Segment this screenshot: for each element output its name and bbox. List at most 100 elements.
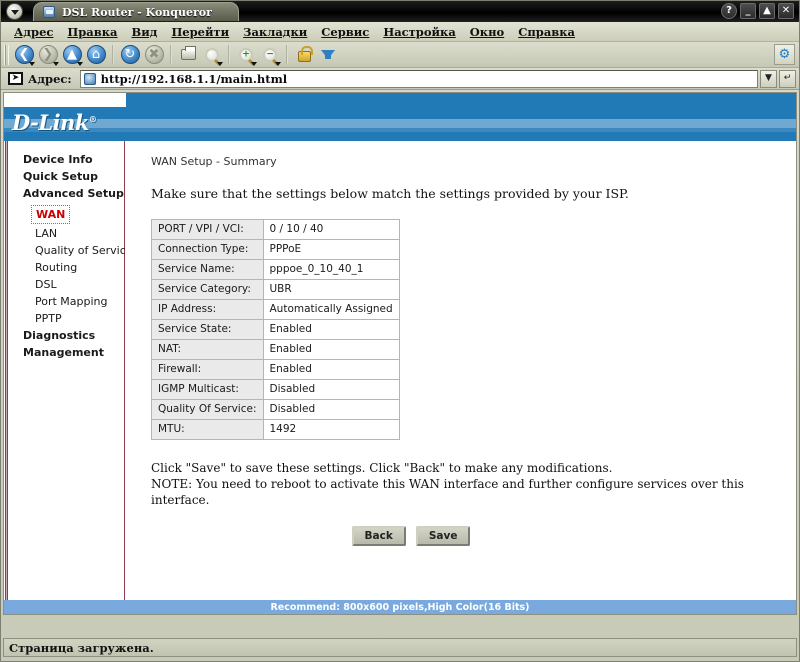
- menu-help[interactable]: Справка: [511, 25, 582, 39]
- row-value: Automatically Assigned: [262, 299, 400, 320]
- back-button[interactable]: Back: [351, 526, 406, 546]
- save-button[interactable]: Save: [415, 526, 471, 546]
- row-label: Firewall:: [151, 359, 264, 380]
- row-value: Enabled: [262, 339, 400, 360]
- wan-summary-table: PORT / VPI / VCI: 0 / 10 / 40 Connection…: [151, 219, 400, 440]
- maximize-button[interactable]: ▲: [759, 3, 775, 19]
- notes-block: Click "Save" to save these settings. Cli…: [151, 460, 796, 508]
- zoom-out-icon[interactable]: −: [259, 44, 281, 66]
- table-row: Connection Type: PPPoE: [151, 239, 400, 260]
- menu-tools[interactable]: Сервис: [314, 25, 376, 39]
- toolbar-grip[interactable]: [4, 44, 9, 65]
- sidebar-item-pptp[interactable]: PPTP: [9, 310, 124, 327]
- recommend-text: Recommend: 800x600 pixels,High Color(16 …: [270, 601, 530, 613]
- page-body: Device Info Quick Setup Advanced Setup W…: [4, 141, 796, 600]
- address-label: Адрес:: [28, 71, 72, 86]
- main-content: WAN Setup - Summary Make sure that the s…: [125, 141, 796, 600]
- konqueror-window: DSL Router - Konqueror ? _ ▲ ✕ Адрес Пра…: [0, 0, 800, 662]
- menu-view-label: Вид: [131, 24, 158, 39]
- menu-go-label: Перейти: [171, 24, 230, 39]
- sidebar-item-management[interactable]: Management: [9, 344, 124, 361]
- row-label: IP Address:: [151, 299, 264, 320]
- favicon-icon: [83, 72, 96, 85]
- recommend-bar: Recommend: 800x600 pixels,High Color(16 …: [4, 600, 796, 614]
- banner-white-block: [4, 93, 126, 107]
- up-icon[interactable]: ▲: [61, 44, 83, 66]
- print-icon[interactable]: [177, 44, 199, 66]
- row-value: 1492: [262, 419, 400, 440]
- table-row: Quality Of Service: Disabled: [151, 399, 400, 420]
- menu-settings[interactable]: Настройка: [376, 25, 462, 39]
- menu-bar: Адрес Правка Вид Перейти Закладки Сервис…: [1, 22, 799, 42]
- banner-stripe-dark: [4, 128, 796, 132]
- address-input[interactable]: http://192.168.1.1/main.html: [79, 69, 758, 88]
- table-row: Service Name: pppoe_0_10_40_1: [151, 259, 400, 280]
- lock-icon[interactable]: [293, 44, 315, 66]
- row-label: NAT:: [151, 339, 264, 360]
- zoom-in-icon[interactable]: +: [235, 44, 257, 66]
- menu-window-label: Окно: [469, 24, 505, 39]
- row-value: PPPoE: [262, 239, 400, 260]
- row-value: Disabled: [262, 399, 400, 420]
- chevron-down-icon[interactable]: ▼: [760, 69, 777, 88]
- close-button[interactable]: ✕: [778, 3, 794, 19]
- sidebar-item-wan[interactable]: WAN: [31, 205, 71, 224]
- forward-icon: ❯: [37, 44, 59, 66]
- location-icon: ➤: [8, 72, 23, 85]
- menu-tools-label: Сервис: [321, 24, 370, 39]
- menu-window[interactable]: Окно: [463, 25, 511, 39]
- main-toolbar: ❮ ❯ ▲ ⌂ ↻ ✖ + − ⚙: [1, 42, 799, 68]
- menu-bookmarks-label: Закладки: [243, 24, 308, 39]
- table-row: Service Category: UBR: [151, 279, 400, 300]
- sidebar-item-quality-of-service[interactable]: Quality of Service: [9, 242, 133, 259]
- back-icon[interactable]: ❮: [13, 44, 35, 66]
- status-text: Страница загружена.: [9, 640, 154, 655]
- sidebar-item-dsl[interactable]: DSL: [9, 276, 124, 293]
- row-value: Enabled: [262, 319, 400, 340]
- window-tab[interactable]: DSL Router - Konqueror: [33, 2, 239, 21]
- table-row: IP Address: Automatically Assigned: [151, 299, 400, 320]
- sidebar-item-quick-setup[interactable]: Quick Setup: [9, 168, 124, 185]
- dlink-logo-text: D-Link: [12, 110, 89, 135]
- menu-view[interactable]: Вид: [125, 25, 165, 39]
- table-row: Firewall: Enabled: [151, 359, 400, 380]
- menu-bookmarks[interactable]: Закладки: [236, 25, 314, 39]
- browser-viewport: D-Link® Device Info Quick Setup Advanced…: [3, 92, 797, 615]
- button-row: Back Save: [151, 526, 671, 546]
- clear-icon[interactable]: ↵: [779, 69, 796, 88]
- sidebar-item-port-mapping[interactable]: Port Mapping: [9, 293, 124, 310]
- minimize-button[interactable]: _: [740, 3, 756, 19]
- row-label: PORT / VPI / VCI:: [151, 219, 264, 240]
- menu-address[interactable]: Адрес: [7, 25, 60, 39]
- window-menu-button[interactable]: [6, 3, 23, 20]
- toolbar-separator-2: [170, 45, 172, 64]
- row-value: 0 / 10 / 40: [262, 219, 400, 240]
- gear-icon[interactable]: ⚙: [774, 44, 795, 65]
- table-row: NAT: Enabled: [151, 339, 400, 360]
- status-bar: Страница загружена.: [3, 638, 797, 657]
- note-line-1: Click "Save" to save these settings. Cli…: [151, 461, 613, 475]
- sidebar-item-device-info[interactable]: Device Info: [9, 151, 124, 168]
- menu-help-label: Справка: [518, 24, 576, 39]
- find-icon[interactable]: [201, 44, 223, 66]
- note-line-2: NOTE: You need to reboot to activate thi…: [151, 477, 744, 507]
- sidebar-item-routing[interactable]: Routing: [9, 259, 124, 276]
- dlink-logo-mark: ®: [88, 114, 97, 124]
- help-button[interactable]: ?: [721, 3, 737, 19]
- sidebar-item-advanced-setup[interactable]: Advanced Setup: [9, 185, 124, 202]
- menu-go[interactable]: Перейти: [164, 25, 236, 39]
- menu-address-label: Адрес: [14, 24, 54, 39]
- title-bar: DSL Router - Konqueror ? _ ▲ ✕: [1, 1, 799, 22]
- home-icon[interactable]: ⌂: [85, 44, 107, 66]
- reload-icon[interactable]: ↻: [119, 44, 141, 66]
- address-url-text: http://192.168.1.1/main.html: [100, 71, 288, 86]
- menu-edit[interactable]: Правка: [60, 25, 124, 39]
- table-row: IGMP Multicast: Disabled: [151, 379, 400, 400]
- konqueror-icon: [43, 6, 55, 18]
- sidebar-item-lan[interactable]: LAN: [9, 225, 124, 242]
- window-title: DSL Router - Konqueror: [62, 5, 212, 19]
- download-icon[interactable]: [317, 44, 339, 66]
- row-value: UBR: [262, 279, 400, 300]
- toolbar-separator-3: [228, 45, 230, 64]
- sidebar-item-diagnostics[interactable]: Diagnostics: [9, 327, 124, 344]
